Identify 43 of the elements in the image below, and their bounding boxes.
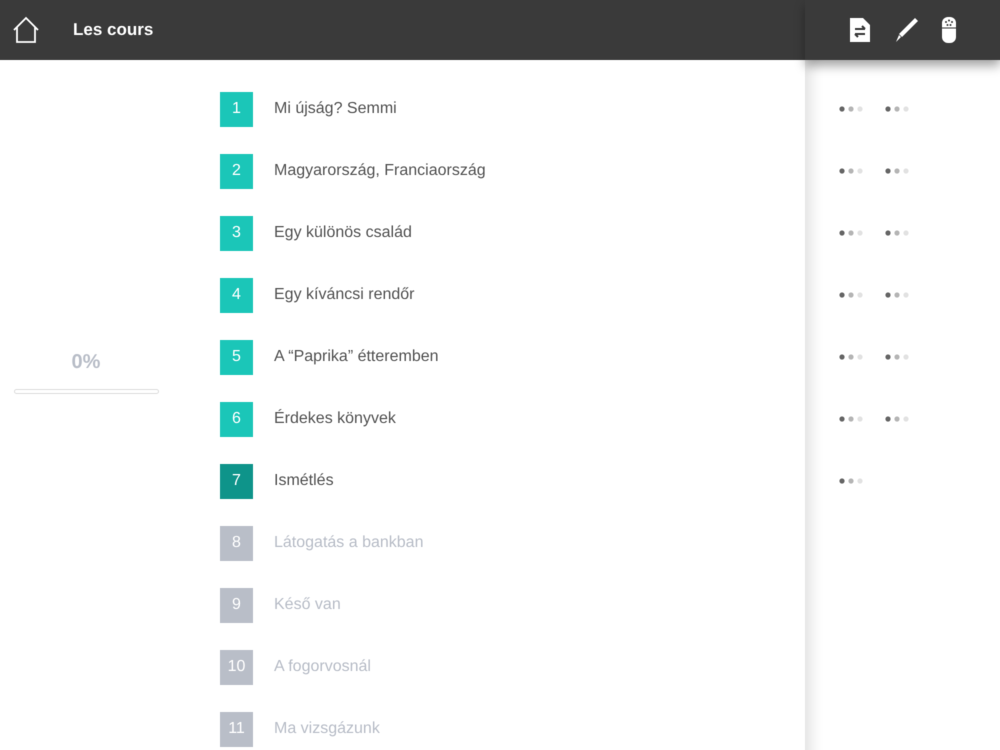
lesson-title: Késő van xyxy=(274,595,341,615)
dots-icon xyxy=(885,292,909,298)
home-icon xyxy=(12,16,40,44)
lesson-title: A “Paprika” étteremben xyxy=(274,347,439,367)
lesson-number: 2 xyxy=(220,154,253,188)
dots-icon xyxy=(839,292,863,298)
dots-icon xyxy=(839,416,863,422)
lesson-number: 3 xyxy=(220,216,253,250)
lesson-number: 4 xyxy=(220,278,253,312)
lesson-title: Egy kíváncsi rendőr xyxy=(274,285,415,305)
document-swap-icon xyxy=(848,17,870,43)
dots-icon xyxy=(885,106,909,112)
lesson-title: Ismétlés xyxy=(274,471,334,491)
lesson-number: 8 xyxy=(220,526,253,560)
dots-icon xyxy=(839,230,863,236)
lesson-title: Egy különös család xyxy=(274,223,412,243)
dots-icon xyxy=(885,168,909,174)
home-button[interactable] xyxy=(12,16,40,44)
lesson-title: Érdekes könyvek xyxy=(274,408,396,429)
document-swap-button[interactable] xyxy=(848,17,870,43)
dots-icon xyxy=(839,354,863,360)
lesson-number: 10 xyxy=(220,650,253,684)
lesson-title: A fogorvosnál xyxy=(274,657,371,677)
lesson-number: 11 xyxy=(220,712,253,746)
lesson-number: 1 xyxy=(220,92,253,126)
microphone-button[interactable] xyxy=(940,16,956,44)
lesson-title: Magyarország, Franciaország xyxy=(274,161,486,181)
lesson-title: Mi újság? Semmi xyxy=(274,99,397,119)
progress-percent: 0% xyxy=(72,350,100,374)
lesson-title: Ma vizsgázunk xyxy=(274,719,380,739)
dots-icon xyxy=(839,106,863,112)
dots-icon xyxy=(885,354,909,360)
lesson-number: 6 xyxy=(220,402,253,436)
dots-icon xyxy=(885,230,909,236)
dots-icon xyxy=(839,168,863,174)
page-title: Les cours xyxy=(73,19,154,42)
dots-icon xyxy=(885,416,909,422)
lesson-number: 5 xyxy=(220,340,253,374)
microphone-icon xyxy=(940,16,956,44)
lesson-number: 9 xyxy=(220,588,253,622)
dots-icon xyxy=(839,478,863,484)
lesson-title: Látogatás a bankban xyxy=(274,533,424,553)
lesson-number: 7 xyxy=(220,464,253,498)
